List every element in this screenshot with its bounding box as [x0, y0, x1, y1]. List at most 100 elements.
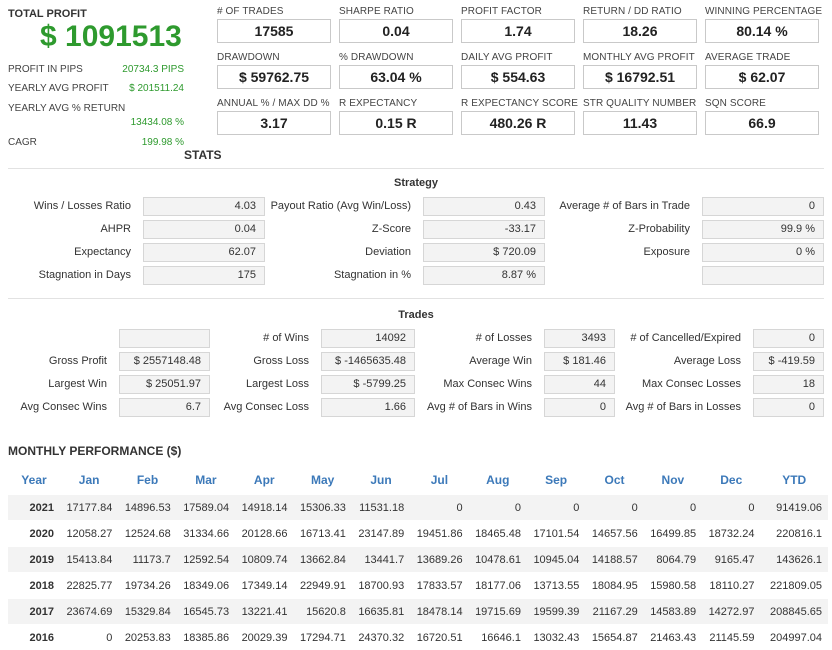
trade-label: Largest Loss [246, 378, 309, 390]
trade-label: # of Cancelled/Expired [630, 332, 741, 344]
table-cell: 18385.86 [177, 625, 235, 650]
column-header: Jan [60, 466, 118, 495]
strategy-title: Strategy [8, 177, 824, 189]
year-cell: 2018 [8, 573, 60, 599]
trade-value: 14092 [321, 329, 415, 348]
table-cell: 18732.24 [702, 521, 760, 547]
trade-value: $ -1465635.48 [321, 352, 415, 371]
trade-label: Avg # of Bars in Losses [626, 401, 741, 413]
table-cell: 14657.56 [585, 521, 643, 547]
table-cell: 17349.14 [235, 573, 293, 599]
stat-label: Stagnation in % [334, 269, 411, 281]
table-cell: 12592.54 [177, 547, 235, 573]
stats-title: STATS [184, 148, 222, 162]
table-cell: 16646.1 [469, 625, 527, 650]
table-cell: 15654.87 [585, 625, 643, 650]
stat-label: Stagnation in Days [39, 269, 131, 281]
column-header: Apr [235, 466, 293, 495]
trade-label: Avg # of Bars in Wins [427, 401, 532, 413]
metric-value: 0.04 [339, 19, 453, 43]
metric-label: ANNUAL % / MAX DD % [217, 98, 330, 109]
trade-value: 0 [544, 398, 615, 417]
stat-value: 4.03 [143, 197, 265, 216]
table-row: 202012058.2712524.6831334.6620128.661671… [8, 521, 828, 547]
metric-label: R EXPECTANCY [339, 98, 417, 109]
metric-label: % DRAWDOWN [339, 52, 414, 63]
table-row: 202117177.8414896.5317589.0414918.141530… [8, 495, 828, 521]
table-cell: 0 [60, 625, 118, 650]
stat-label: Expectancy [74, 246, 131, 258]
monthly-performance-table: Year Jan Feb Mar Apr May Jun Jul Aug Sep… [8, 466, 828, 650]
metric-value: 17585 [217, 19, 331, 43]
table-cell: 14272.97 [702, 599, 760, 625]
trade-label: Avg Consec Loss [224, 401, 309, 413]
year-cell: 2021 [8, 495, 60, 521]
table-cell: 14896.53 [118, 495, 176, 521]
table-cell: 15329.84 [118, 599, 176, 625]
table-cell: 91419.06 [760, 495, 828, 521]
table-cell: 18177.06 [469, 573, 527, 599]
summary-row-label: PROFIT IN PIPS [8, 64, 83, 75]
summary-row-value: 199.98 % [142, 137, 184, 148]
table-cell: 15306.33 [293, 495, 351, 521]
summary-row-profit-pips: PROFIT IN PIPS 20734.3 PIPS [8, 64, 184, 75]
table-cell: 16499.85 [644, 521, 702, 547]
table-cell: 13221.41 [235, 599, 293, 625]
metric-label: STR QUALITY NUMBER [583, 98, 696, 109]
table-cell: 208845.65 [760, 599, 828, 625]
table-cell: 15620.8 [293, 599, 351, 625]
table-cell: 21167.29 [585, 599, 643, 625]
stat-label: Z-Probability [628, 223, 690, 235]
table-cell: 220816.1 [760, 521, 828, 547]
metric-label: MONTHLY AVG PROFIT [583, 52, 695, 63]
metric-label: R EXPECTANCY SCORE [461, 98, 578, 109]
divider [8, 298, 824, 299]
metric-label: PROFIT FACTOR [461, 6, 542, 17]
trade-value: 18 [753, 375, 824, 394]
table-cell: 204997.04 [760, 625, 828, 650]
table-cell: 13441.7 [352, 547, 410, 573]
stat-label: Z-Score [372, 223, 411, 235]
table-cell: 17177.84 [60, 495, 118, 521]
table-cell: 10945.04 [527, 547, 585, 573]
table-cell: 221809.05 [760, 573, 828, 599]
table-cell: 14188.57 [585, 547, 643, 573]
summary-row-value: $ 201511.24 [129, 83, 184, 94]
table-row: 201915413.8411173.712592.5410809.7413662… [8, 547, 828, 573]
table-cell: 14583.89 [644, 599, 702, 625]
stat-value: 0.43 [423, 197, 545, 216]
table-cell: 22825.77 [60, 573, 118, 599]
trade-value [119, 329, 210, 348]
stat-label: Payout Ratio (Avg Win/Loss) [271, 200, 411, 212]
summary-row-label: CAGR [8, 137, 37, 148]
metric-value: 0.15 R [339, 111, 453, 135]
table-cell: 20128.66 [235, 521, 293, 547]
table-cell: 0 [702, 495, 760, 521]
table-cell: 23674.69 [60, 599, 118, 625]
table-cell: 13032.43 [527, 625, 585, 650]
stat-value: 0.04 [143, 220, 265, 239]
column-header: Jul [410, 466, 468, 495]
table-cell: 12524.68 [118, 521, 176, 547]
table-cell: 11173.7 [118, 547, 176, 573]
trade-value: 3493 [544, 329, 615, 348]
summary-row-yearly-avg-profit: YEARLY AVG PROFIT $ 201511.24 [8, 83, 184, 94]
trade-label: Gross Loss [253, 355, 309, 367]
metric-label: WINNING PERCENTAGE [705, 6, 822, 17]
table-cell: 0 [585, 495, 643, 521]
table-cell: 18478.14 [410, 599, 468, 625]
table-cell: 13662.84 [293, 547, 351, 573]
table-row: 2016020253.8318385.8620029.3917294.71243… [8, 625, 828, 650]
table-cell: 19715.69 [469, 599, 527, 625]
trade-label: Avg Consec Wins [20, 401, 107, 413]
monthly-performance-title: MONTHLY PERFORMANCE ($) [8, 444, 181, 458]
trade-value: 1.66 [321, 398, 415, 417]
metric-value: 18.26 [583, 19, 697, 43]
table-cell: 14918.14 [235, 495, 293, 521]
metric-label: AVERAGE TRADE [705, 52, 790, 63]
trade-label: Average Win [469, 355, 532, 367]
trade-value: 0 [753, 329, 824, 348]
trade-label: Average Loss [674, 355, 741, 367]
table-cell: 0 [527, 495, 585, 521]
column-header: Sep [527, 466, 585, 495]
